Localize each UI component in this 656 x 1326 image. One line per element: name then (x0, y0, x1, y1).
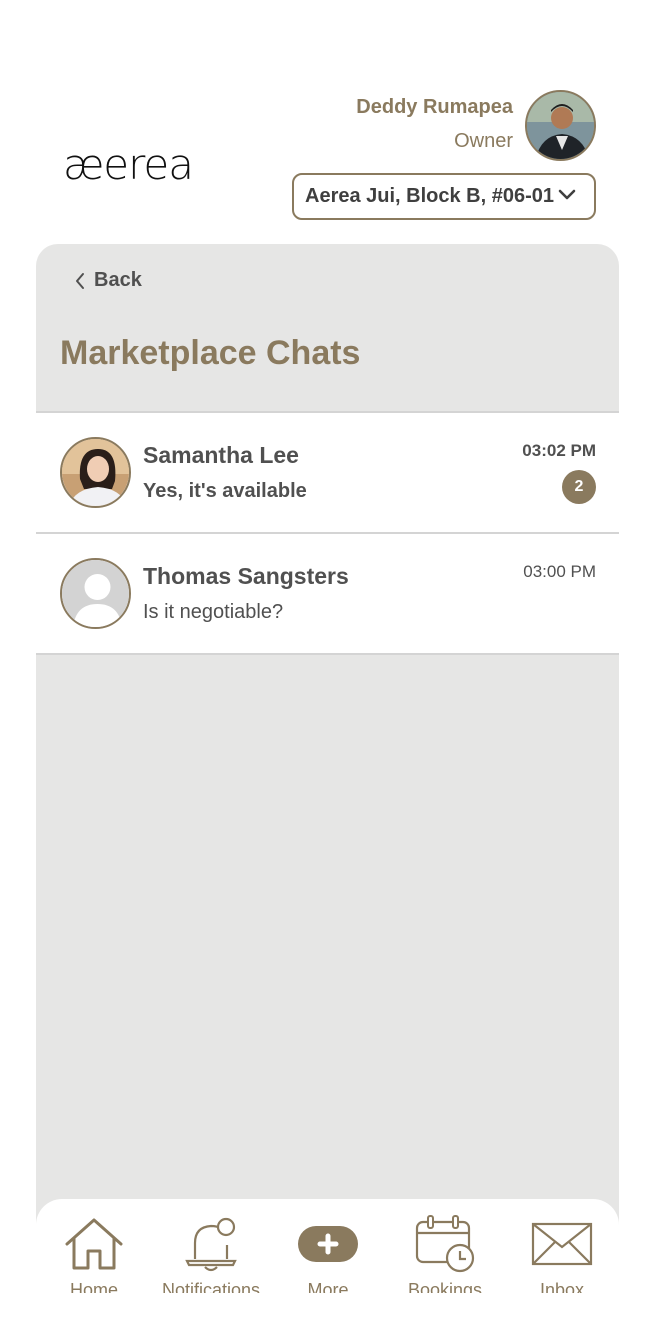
nav-more[interactable]: More (270, 1199, 386, 1326)
chat-row[interactable]: Samantha Lee Yes, it's available 03:02 P… (36, 413, 619, 534)
user-role: Owner (454, 130, 513, 152)
calendar-clock-icon (415, 1215, 475, 1273)
nav-more-label: More (307, 1280, 349, 1293)
last-message: Yes, it's available (143, 480, 307, 502)
contact-avatar (60, 558, 131, 629)
contact-name: Samantha Lee (143, 442, 299, 468)
chevron-left-icon (76, 272, 84, 289)
user-name: Deddy Rumapea (356, 96, 513, 118)
contact-avatar (60, 437, 131, 508)
user-avatar[interactable] (525, 90, 596, 161)
chat-list: Samantha Lee Yes, it's available 03:02 P… (36, 411, 619, 655)
last-message: Is it negotiable? (143, 601, 284, 623)
message-time: 03:00 PM (523, 562, 596, 581)
content-panel (36, 244, 619, 1326)
nav-home-label: Home (69, 1280, 118, 1293)
envelope-icon (531, 1222, 593, 1266)
bell-icon (185, 1217, 237, 1272)
nav-inbox[interactable]: Inbox (504, 1199, 619, 1326)
nav-notifications[interactable]: Notifications (153, 1199, 269, 1326)
back-button[interactable]: Back (74, 269, 142, 292)
chevron-down-icon (558, 189, 576, 200)
nav-bookings[interactable]: Bookings (387, 1199, 503, 1326)
nav-home[interactable]: Home (36, 1199, 152, 1326)
nav-bookings-label: Bookings (407, 1280, 483, 1293)
nav-inbox-label: Inbox (539, 1280, 585, 1293)
app-logo: æerea (63, 140, 194, 189)
bottom-nav: Home Notifications More Bookings Inbox (36, 1199, 619, 1326)
page-title: Marketplace Chats (60, 334, 361, 372)
unit-selector[interactable]: Aerea Jui, Block B, #06-01 (292, 173, 596, 220)
back-label: Back (94, 269, 142, 291)
unit-selector-value: Aerea Jui, Block B, #06-01 (305, 185, 555, 207)
contact-name: Thomas Sangsters (143, 563, 349, 589)
chat-row[interactable]: Thomas Sangsters Is it negotiable? 03:00… (36, 534, 619, 655)
home-icon (65, 1218, 123, 1270)
message-time: 03:02 PM (522, 441, 596, 460)
nav-notifications-label: Notifications (161, 1280, 261, 1293)
plus-icon (298, 1226, 358, 1262)
unread-badge: 2 (562, 470, 596, 504)
